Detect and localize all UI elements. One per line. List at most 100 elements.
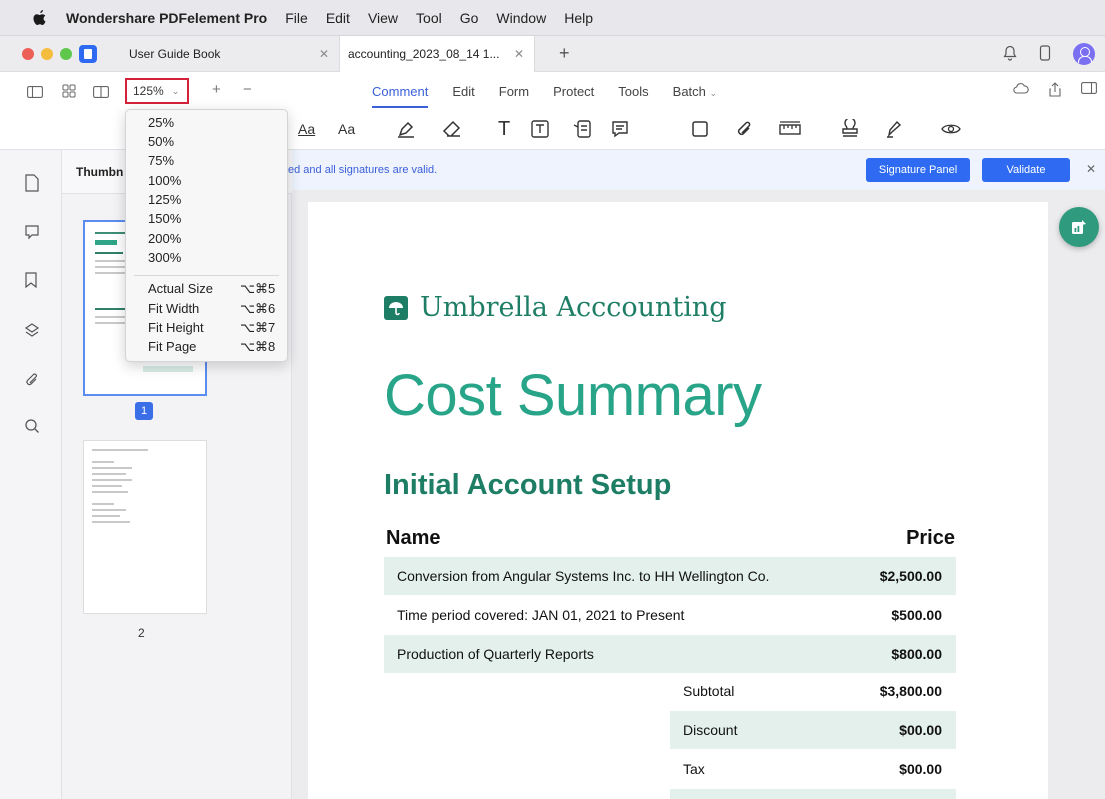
tab-protect[interactable]: Protect	[553, 84, 594, 99]
page-layout-icon[interactable]	[92, 84, 110, 100]
layers-icon[interactable]	[24, 322, 42, 340]
menu-tool[interactable]: Tool	[416, 10, 442, 26]
bell-icon[interactable]	[1003, 45, 1017, 64]
user-avatar[interactable]	[1073, 43, 1095, 65]
zoom-actual-size[interactable]: Actual Size	[148, 281, 213, 296]
sidebar-toggle-icon[interactable]	[26, 84, 44, 100]
validate-button[interactable]: Validate	[982, 158, 1070, 182]
tab-user-guide-book[interactable]: User Guide Book ✕	[117, 36, 339, 72]
new-tab-button[interactable]: +	[559, 43, 570, 64]
zoom-fit-width[interactable]: Fit Width	[148, 301, 199, 316]
tab-form[interactable]: Form	[499, 84, 529, 99]
zoom-option-25[interactable]: 25%	[148, 115, 174, 130]
text-box-icon[interactable]	[530, 118, 550, 140]
column-header-name: Name	[386, 527, 441, 549]
toolbar-right-tools	[993, 82, 1097, 100]
tab-tools[interactable]: Tools	[618, 84, 648, 99]
signature-icon[interactable]	[884, 118, 904, 140]
share-icon[interactable]	[1049, 82, 1061, 100]
zoom-option-50[interactable]: 50%	[148, 134, 174, 149]
zoom-option-300[interactable]: 300%	[148, 250, 181, 265]
eraser-icon[interactable]	[442, 118, 462, 140]
zoom-dropdown-menu: 25% 50% 75% 100% 125% 150% 200% 300% Act…	[125, 109, 288, 362]
zoom-option-100[interactable]: 100%	[148, 173, 181, 188]
brand-name: Umbrella Acccounting	[420, 292, 727, 323]
row-description: Production of Quarterly Reports	[397, 646, 594, 662]
close-icon[interactable]: ✕	[1086, 162, 1096, 176]
edit-chart-icon[interactable]	[1059, 207, 1099, 247]
menu-file[interactable]: File	[285, 10, 308, 26]
shortcut-label: ⌥⌘6	[240, 301, 276, 316]
rectangle-icon[interactable]	[690, 118, 710, 140]
zoom-window-button[interactable]	[60, 47, 72, 60]
close-window-button[interactable]	[22, 47, 34, 60]
zoom-value: 125%	[133, 84, 164, 98]
attachment-icon[interactable]	[24, 372, 42, 390]
tab-accounting[interactable]: accounting_2023_08_14 1... ✕	[339, 35, 535, 72]
close-icon[interactable]: ✕	[514, 47, 524, 61]
zoom-fit-page[interactable]: Fit Page	[148, 339, 196, 354]
zoom-out-button[interactable]: −	[243, 81, 252, 98]
text-highlight-tool[interactable]: Aa	[298, 118, 315, 140]
summary-row-tax: Tax $00.00	[670, 750, 956, 788]
tab-label: User Guide Book	[129, 46, 221, 61]
table-row: Time period covered: JAN 01, 2021 to Pre…	[384, 596, 956, 634]
window-controls	[22, 47, 79, 60]
zoom-option-150[interactable]: 150%	[148, 211, 181, 226]
menu-view[interactable]: View	[368, 10, 398, 26]
shortcut-label: ⌥⌘5	[240, 281, 276, 296]
device-icon[interactable]	[1039, 44, 1051, 64]
bookmark-icon[interactable]	[24, 272, 42, 290]
cloud-icon[interactable]	[1013, 82, 1029, 100]
menu-edit[interactable]: Edit	[326, 10, 350, 26]
tab-batch[interactable]: Batch ⌄	[673, 84, 717, 99]
zoom-in-button[interactable]: +	[212, 81, 221, 98]
tab-comment[interactable]: Comment	[372, 84, 429, 108]
menu-go[interactable]: Go	[460, 10, 479, 26]
zoom-fit-height[interactable]: Fit Height	[148, 320, 204, 335]
measure-icon[interactable]	[778, 118, 802, 140]
comment-list-icon[interactable]	[24, 224, 42, 242]
apple-icon[interactable]	[32, 9, 48, 27]
page-number-label: 2	[138, 626, 145, 640]
close-icon[interactable]: ✕	[319, 47, 329, 61]
eye-icon[interactable]	[940, 118, 962, 140]
zoom-select[interactable]: 125% ⌄	[125, 78, 189, 104]
callout-icon[interactable]	[572, 118, 592, 140]
summary-label: Discount	[683, 722, 738, 738]
page-thumbnails-icon[interactable]	[24, 174, 42, 192]
pen-icon[interactable]	[396, 118, 416, 140]
signature-panel-button[interactable]: Signature Panel	[866, 158, 970, 182]
right-panel-icon[interactable]	[1081, 82, 1097, 100]
summary-value: $00.00	[899, 722, 942, 738]
stamp-icon[interactable]	[840, 118, 860, 140]
tabbar-right-tools	[1003, 36, 1105, 72]
row-price: $2,500.00	[879, 568, 942, 584]
row-description: Conversion from Angular Systems Inc. to …	[397, 568, 770, 584]
chevron-down-icon: ⌄	[709, 88, 718, 98]
shortcut-label: ⌥⌘8	[240, 339, 276, 354]
text-icon[interactable]: T	[498, 118, 510, 140]
document-title: Cost Summary	[384, 363, 762, 428]
row-description: Time period covered: JAN 01, 2021 to Pre…	[397, 607, 685, 623]
tab-bar: User Guide Book ✕ accounting_2023_08_14 …	[0, 35, 1105, 72]
zoom-option-125[interactable]: 125%	[148, 192, 181, 207]
attachment-icon[interactable]	[734, 118, 754, 140]
search-icon[interactable]	[24, 418, 42, 436]
table-row: Conversion from Angular Systems Inc. to …	[384, 557, 956, 595]
text-underline-tool[interactable]: Aa	[338, 118, 355, 140]
minimize-window-button[interactable]	[41, 47, 53, 60]
zoom-option-75[interactable]: 75%	[148, 153, 174, 168]
page-thumbnail-2[interactable]	[83, 440, 207, 614]
menu-window[interactable]: Window	[496, 10, 546, 26]
brand-header: Umbrella Acccounting	[384, 292, 727, 323]
menu-help[interactable]: Help	[564, 10, 593, 26]
app-name-menu[interactable]: Wondershare PDFelement Pro	[66, 10, 267, 26]
tab-batch-label: Batch	[672, 84, 706, 99]
tab-edit[interactable]: Edit	[452, 84, 474, 99]
table-row: Production of Quarterly Reports $800.00	[384, 635, 956, 673]
zoom-option-200[interactable]: 200%	[148, 231, 181, 246]
note-icon[interactable]	[610, 118, 630, 140]
umbrella-logo-icon	[384, 295, 408, 320]
grid-view-icon[interactable]	[60, 83, 78, 99]
